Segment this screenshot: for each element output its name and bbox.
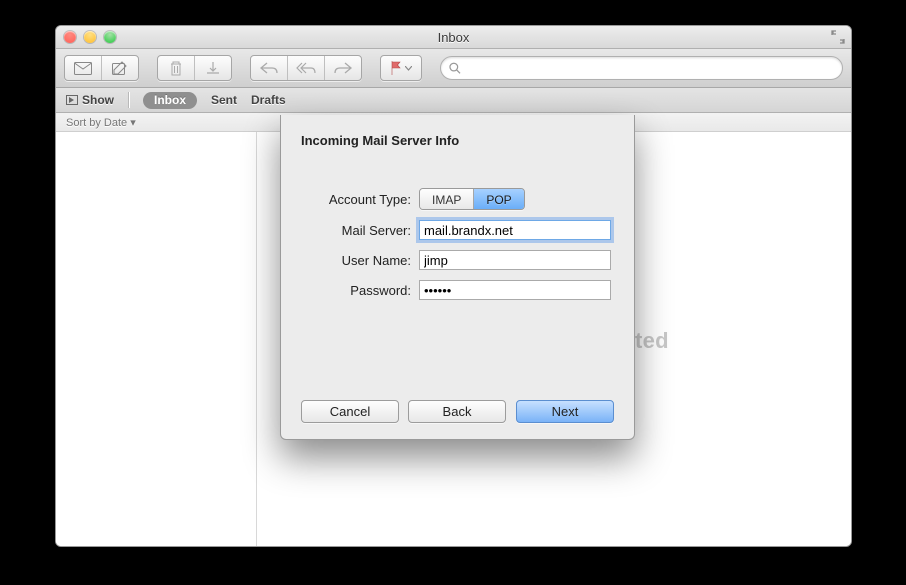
user-name-input[interactable]: [419, 250, 611, 270]
show-mailboxes-button[interactable]: Show: [66, 93, 114, 107]
flag-button[interactable]: [381, 56, 421, 80]
search-input[interactable]: [461, 60, 834, 76]
mail-server-input[interactable]: [419, 220, 611, 240]
junk-button[interactable]: [195, 56, 231, 80]
password-label: Password:: [301, 283, 419, 298]
compose-button[interactable]: [102, 56, 138, 80]
sheet-button-row: Cancel Back Next: [301, 400, 614, 423]
tab-drafts[interactable]: Drafts: [251, 93, 286, 107]
account-type-pop[interactable]: POP: [474, 189, 523, 209]
compose-group: [64, 55, 139, 81]
delete-button[interactable]: [158, 56, 195, 80]
get-mail-button[interactable]: [65, 56, 102, 80]
password-input[interactable]: [419, 280, 611, 300]
account-type-imap[interactable]: IMAP: [420, 189, 474, 209]
delete-junk-group: [157, 55, 232, 81]
back-button[interactable]: Back: [408, 400, 506, 423]
sort-label: Sort by Date ▾: [66, 116, 136, 129]
search-icon: [449, 62, 461, 74]
reply-group: [250, 55, 362, 81]
cancel-button[interactable]: Cancel: [301, 400, 399, 423]
fullscreen-icon[interactable]: [831, 30, 845, 44]
titlebar: Inbox: [56, 26, 851, 49]
account-type-segmented[interactable]: IMAP POP: [419, 188, 525, 210]
divider: [128, 92, 129, 108]
flag-group: [380, 55, 422, 81]
tab-inbox[interactable]: Inbox: [143, 92, 197, 109]
incoming-server-sheet: Incoming Mail Server Info Account Type: …: [280, 115, 635, 440]
show-label: Show: [82, 93, 114, 107]
search-field-wrap[interactable]: [440, 56, 843, 80]
mail-server-label: Mail Server:: [301, 223, 419, 238]
account-type-label: Account Type:: [301, 192, 419, 207]
user-name-label: User Name:: [301, 253, 419, 268]
window-title: Inbox: [56, 30, 851, 45]
forward-button[interactable]: [325, 56, 361, 80]
favorites-bar: Show Inbox Sent Drafts: [56, 88, 851, 113]
reply-all-button[interactable]: [288, 56, 325, 80]
tab-sent[interactable]: Sent: [211, 93, 237, 107]
sheet-title: Incoming Mail Server Info: [301, 133, 614, 148]
next-button[interactable]: Next: [516, 400, 614, 423]
message-list[interactable]: [56, 132, 257, 547]
toolbar: [56, 49, 851, 88]
show-icon: [66, 95, 78, 105]
reply-button[interactable]: [251, 56, 288, 80]
